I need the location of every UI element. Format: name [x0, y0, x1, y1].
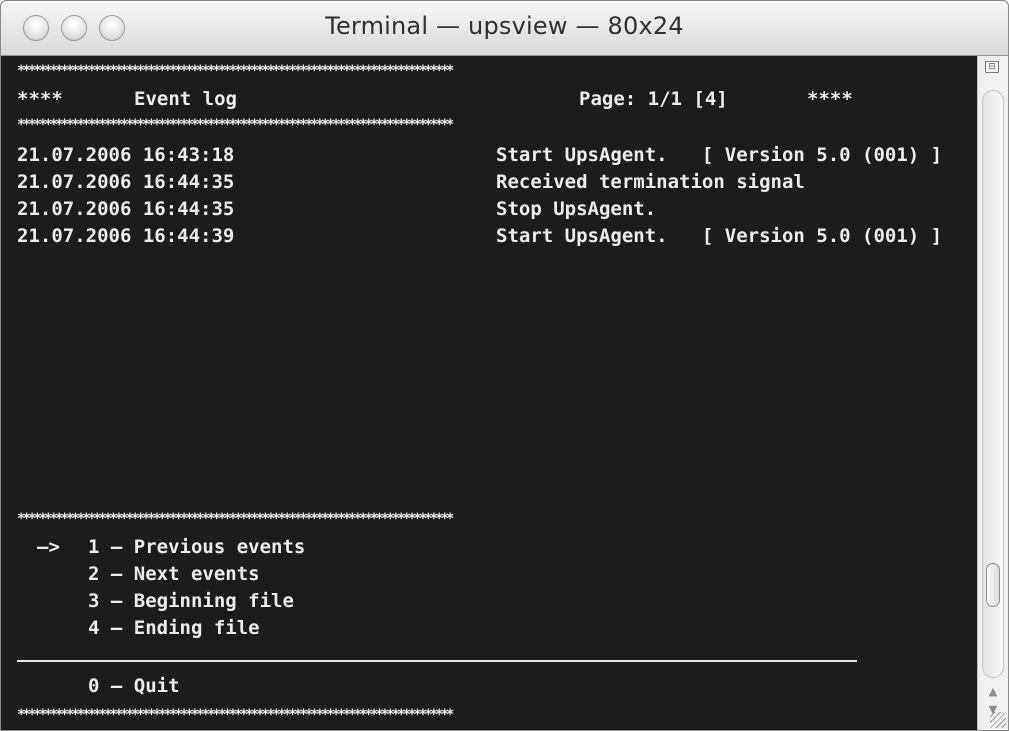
event-timestamp: 21.07.2006 16:44:39: [17, 225, 235, 247]
terminal-screen[interactable]: ****************************************…: [1, 56, 979, 730]
star-border-menu: ****************************************…: [17, 511, 454, 527]
scroll-thumb[interactable]: [986, 563, 1000, 607]
menu-item-ending-file[interactable]: 4 – Ending file: [88, 615, 260, 641]
menu-item-next-events[interactable]: 2 – Next events: [88, 561, 260, 587]
event-timestamp: 21.07.2006 16:43:18: [17, 144, 235, 166]
title-bar[interactable]: Terminal — upsview — 80x24: [1, 1, 1008, 56]
scroll-track[interactable]: [982, 90, 1004, 678]
page-indicator: Page: 1/1 [4]: [579, 88, 728, 110]
event-timestamp: 21.07.2006 16:44:35: [17, 198, 235, 220]
header-right-stars: ****: [807, 88, 853, 110]
window-title: Terminal — upsview — 80x24: [325, 12, 684, 40]
header-left-stars: ****: [17, 88, 63, 110]
event-message: Stop UpsAgent.: [496, 198, 657, 220]
resize-grip-icon[interactable]: [990, 712, 1006, 728]
menu-item-beginning-file[interactable]: 3 – Beginning file: [88, 588, 294, 614]
star-border-bottom: ****************************************…: [17, 707, 454, 723]
star-border-top: ****************************************…: [17, 63, 454, 79]
event-log-title: Event log: [134, 88, 237, 110]
menu-item-quit[interactable]: 0 – Quit: [88, 673, 180, 699]
star-border-header: ****************************************…: [17, 117, 454, 133]
terminal-window: Terminal — upsview — 80x24 *************…: [0, 0, 1009, 731]
arrow-up-icon[interactable]: ▲: [986, 684, 1000, 700]
vertical-scrollbar[interactable]: ⊟ ▲ ▼: [977, 56, 1008, 730]
menu-pointer-icon: —>: [37, 536, 60, 558]
event-message: Start UpsAgent. [ Version 5.0 (001) ]: [496, 225, 943, 247]
event-message: Start UpsAgent. [ Version 5.0 (001) ]: [496, 144, 943, 166]
split-pane-icon[interactable]: ⊟: [985, 61, 999, 73]
menu-item-previous-events[interactable]: 1 – Previous events: [88, 534, 305, 560]
menu-divider: [17, 660, 857, 662]
event-message: Received termination signal: [496, 171, 805, 193]
event-timestamp: 21.07.2006 16:44:35: [17, 171, 235, 193]
